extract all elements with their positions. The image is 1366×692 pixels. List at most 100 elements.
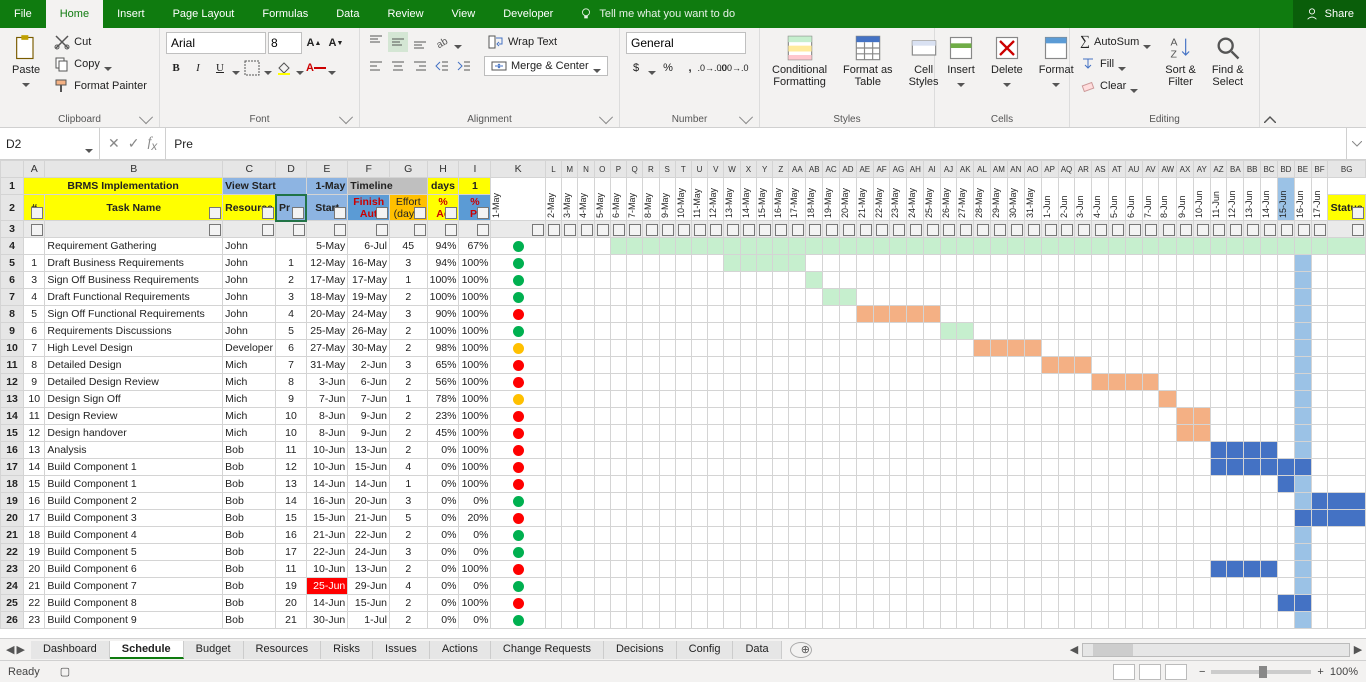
cell-status[interactable] — [491, 272, 545, 289]
scroll-thumb[interactable] — [1093, 644, 1133, 656]
gantt-cell[interactable] — [890, 391, 907, 408]
gantt-cell[interactable] — [594, 544, 610, 561]
cell-plan[interactable]: 100% — [459, 289, 491, 306]
row-header[interactable]: 25 — [1, 595, 24, 612]
gantt-cell[interactable] — [627, 544, 643, 561]
cell-effort[interactable]: 3 — [390, 255, 428, 272]
cell-plan[interactable]: 0% — [459, 578, 491, 595]
gantt-cell[interactable] — [562, 476, 578, 493]
gantt-date-header[interactable]: 11-May — [691, 178, 707, 221]
pre-header[interactable]: Pr — [276, 195, 306, 221]
gantt-cell[interactable] — [740, 255, 756, 272]
gantt-cell[interactable] — [957, 493, 974, 510]
gantt-cell[interactable] — [1244, 374, 1261, 391]
gantt-cell[interactable] — [839, 595, 856, 612]
gantt-cell[interactable] — [823, 612, 840, 629]
gantt-cell[interactable] — [940, 408, 957, 425]
col-header[interactable]: M — [562, 161, 578, 178]
clear-caret[interactable] — [1130, 84, 1138, 88]
gantt-cell[interactable] — [1227, 442, 1244, 459]
gantt-cell[interactable] — [1159, 595, 1177, 612]
gantt-cell[interactable] — [1075, 238, 1092, 255]
gantt-date-header[interactable]: 10-Jun — [1193, 178, 1210, 221]
gantt-cell[interactable] — [610, 476, 626, 493]
sheet-tab-config[interactable]: Config — [677, 641, 734, 659]
cell-start[interactable]: 8-Jun — [306, 408, 348, 425]
cell-pre[interactable]: 10 — [276, 408, 306, 425]
cell-effort[interactable]: 2 — [390, 442, 428, 459]
gantt-cell[interactable] — [823, 357, 840, 374]
grow-font-button[interactable]: A▲ — [304, 33, 324, 53]
gantt-cell[interactable] — [691, 561, 707, 578]
gantt-cell[interactable] — [940, 425, 957, 442]
gantt-filter-cell[interactable] — [1244, 221, 1261, 238]
gantt-cell[interactable] — [1159, 442, 1177, 459]
cell-start[interactable]: 17-May — [306, 272, 348, 289]
gantt-cell[interactable] — [1277, 323, 1294, 340]
gantt-cell[interactable] — [1142, 374, 1159, 391]
gantt-cell[interactable] — [1277, 527, 1294, 544]
gantt-cell[interactable] — [1142, 493, 1159, 510]
gantt-cell[interactable] — [627, 425, 643, 442]
gantt-cell[interactable] — [1328, 272, 1366, 289]
gantt-cell[interactable] — [1328, 578, 1366, 595]
gantt-cell[interactable] — [675, 289, 691, 306]
col-header[interactable]: AL — [974, 161, 991, 178]
gantt-cell[interactable] — [990, 493, 1007, 510]
gantt-date-header[interactable]: 4-May — [578, 178, 594, 221]
gantt-cell[interactable] — [890, 306, 907, 323]
cell-num[interactable]: 16 — [24, 493, 45, 510]
gantt-cell[interactable] — [578, 238, 594, 255]
gantt-cell[interactable] — [627, 442, 643, 459]
col-header[interactable]: P — [610, 161, 626, 178]
gantt-cell[interactable] — [562, 357, 578, 374]
gantt-cell[interactable] — [659, 493, 675, 510]
horizontal-scrollbar[interactable]: ◀ ▶ — [1066, 642, 1366, 658]
font-color-button[interactable]: A — [306, 58, 326, 78]
gantt-cell[interactable] — [1177, 476, 1194, 493]
gantt-cell[interactable] — [1311, 578, 1328, 595]
gantt-cell[interactable] — [708, 255, 724, 272]
gantt-cell[interactable] — [1142, 357, 1159, 374]
gantt-cell[interactable] — [873, 391, 890, 408]
cell-resource[interactable]: John — [223, 289, 276, 306]
gantt-filter-cell[interactable] — [1193, 221, 1210, 238]
gantt-cell[interactable] — [627, 238, 643, 255]
gantt-cell[interactable] — [1075, 323, 1092, 340]
gantt-cell[interactable] — [789, 238, 806, 255]
gantt-cell[interactable] — [1109, 306, 1126, 323]
cell-task[interactable]: Build Component 6 — [45, 561, 223, 578]
gantt-cell[interactable] — [1159, 544, 1177, 561]
gantt-cell[interactable] — [1125, 238, 1142, 255]
cell-plan[interactable]: 100% — [459, 340, 491, 357]
gantt-cell[interactable] — [1261, 357, 1278, 374]
gantt-cell[interactable] — [610, 238, 626, 255]
gantt-cell[interactable] — [1261, 306, 1278, 323]
gantt-cell[interactable] — [1075, 544, 1092, 561]
gantt-cell[interactable] — [1227, 561, 1244, 578]
gantt-cell[interactable] — [1311, 527, 1328, 544]
sheet-tab-budget[interactable]: Budget — [184, 641, 244, 659]
gantt-cell[interactable] — [1328, 442, 1366, 459]
gantt-cell[interactable] — [773, 612, 789, 629]
cell-pct[interactable]: 0% — [427, 476, 459, 493]
gantt-cell[interactable] — [1024, 289, 1041, 306]
gantt-cell[interactable] — [691, 323, 707, 340]
gantt-cell[interactable] — [578, 561, 594, 578]
gantt-cell[interactable] — [1193, 340, 1210, 357]
gantt-date-header[interactable]: 24-May — [907, 178, 924, 221]
gantt-cell[interactable] — [757, 544, 773, 561]
gantt-cell[interactable] — [924, 357, 940, 374]
gantt-cell[interactable] — [1261, 408, 1278, 425]
gantt-cell[interactable] — [773, 578, 789, 595]
gantt-cell[interactable] — [740, 561, 756, 578]
gantt-cell[interactable] — [1244, 510, 1261, 527]
gantt-cell[interactable] — [1193, 527, 1210, 544]
gantt-cell[interactable] — [1024, 323, 1041, 340]
gantt-cell[interactable] — [1277, 442, 1294, 459]
gantt-cell[interactable] — [1311, 595, 1328, 612]
gantt-cell[interactable] — [907, 272, 924, 289]
cell-start[interactable]: 16-Jun — [306, 493, 348, 510]
gantt-cell[interactable] — [757, 510, 773, 527]
gantt-filter-cell[interactable] — [627, 221, 643, 238]
